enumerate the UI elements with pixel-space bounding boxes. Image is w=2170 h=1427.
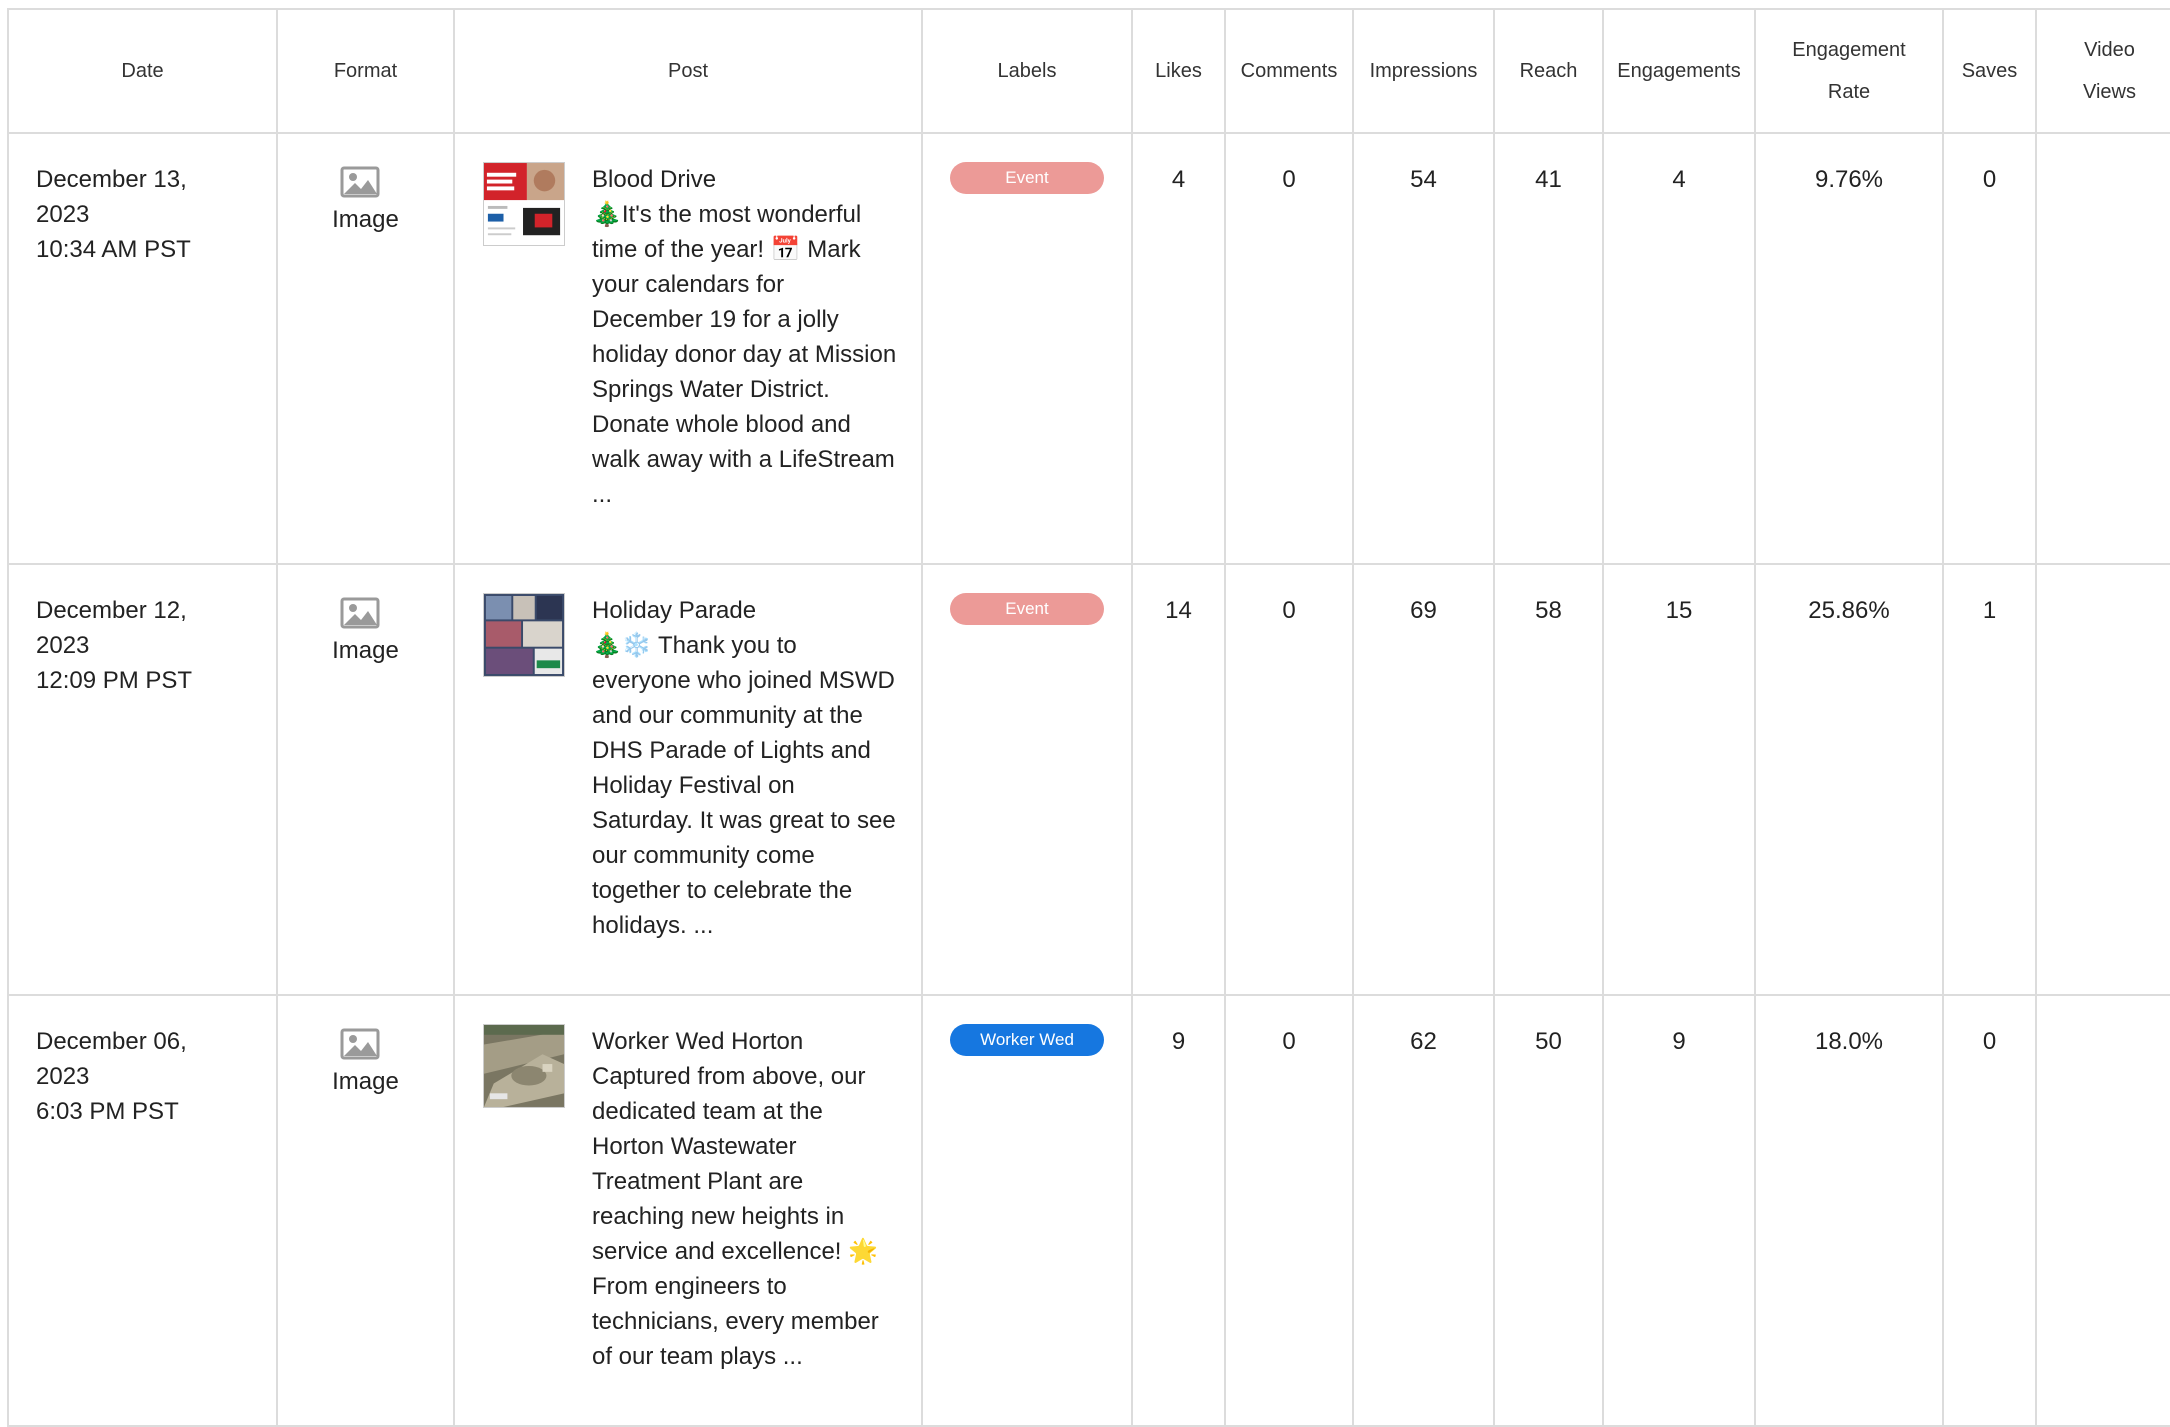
column-header-impressions[interactable]: Impressions: [1352, 8, 1495, 134]
labels-cell: Event: [921, 132, 1133, 565]
post-cell: Blood Drive 🎄It's the most wonderful tim…: [453, 132, 923, 565]
saves-value: 1: [1942, 563, 2037, 996]
impressions-value: 69: [1352, 563, 1495, 996]
column-header-date[interactable]: Date: [7, 8, 278, 134]
date-cell: December 06, 2023 6:03 PM PST: [7, 994, 278, 1427]
saves-value: 0: [1942, 994, 2037, 1427]
post-thumbnail[interactable]: [483, 1024, 565, 1108]
post-title[interactable]: Worker Wed Horton: [592, 1024, 901, 1059]
post-cell: Worker Wed Horton Captured from above, o…: [453, 994, 923, 1427]
table-row[interactable]: December 12, 2023 12:09 PM PST Image Hol…: [7, 563, 2170, 996]
table-row[interactable]: December 13, 2023 10:34 AM PST Image Blo…: [7, 132, 2170, 565]
post-date: December 12,: [36, 597, 187, 624]
likes-value: 9: [1131, 994, 1226, 1427]
reach-value: 50: [1493, 994, 1604, 1427]
reach-value: 41: [1493, 132, 1604, 565]
column-header-engagements[interactable]: Engagements: [1602, 8, 1756, 134]
column-header-likes[interactable]: Likes: [1131, 8, 1226, 134]
labels-cell: Event: [921, 563, 1133, 996]
video-views-value: [2035, 994, 2170, 1427]
post-time: 6:03 PM PST: [36, 1098, 179, 1125]
column-header-video-views[interactable]: Video Views: [2035, 8, 2170, 134]
engagements-value: 4: [1602, 132, 1756, 565]
engagement-rate-value: 18.0%: [1754, 994, 1944, 1427]
post-cell: Holiday Parade 🎄❄️ Thank you to everyone…: [453, 563, 923, 996]
post-year: 2023: [36, 632, 90, 659]
post-title[interactable]: Blood Drive: [592, 162, 901, 197]
column-header-format[interactable]: Format: [276, 8, 455, 134]
comments-value: 0: [1224, 132, 1354, 565]
header-row: Date Format Post Labels Likes Comments I…: [7, 8, 2170, 134]
comments-value: 0: [1224, 994, 1354, 1427]
reach-value: 58: [1493, 563, 1604, 996]
engagement-rate-value: 9.76%: [1754, 132, 1944, 565]
image-icon: [340, 166, 379, 198]
post-time: 12:09 PM PST: [36, 667, 193, 694]
format-cell: Image: [276, 994, 455, 1427]
post-performance-table: Date Format Post Labels Likes Comments I…: [7, 8, 2170, 1427]
column-header-labels[interactable]: Labels: [921, 8, 1133, 134]
engagement-rate-header-line2: Rate: [1827, 81, 1871, 103]
saves-value: 0: [1942, 132, 2037, 565]
likes-value: 14: [1131, 563, 1226, 996]
post-year: 2023: [36, 201, 90, 228]
engagement-rate-value: 25.86%: [1754, 563, 1944, 996]
label-badge-worker-wed[interactable]: Worker Wed: [950, 1024, 1104, 1056]
label-badge-event[interactable]: Event: [950, 593, 1104, 625]
comments-value: 0: [1224, 563, 1354, 996]
labels-cell: Worker Wed: [921, 994, 1133, 1427]
column-header-post[interactable]: Post: [453, 8, 923, 134]
column-header-reach[interactable]: Reach: [1493, 8, 1604, 134]
post-year: 2023: [36, 1063, 90, 1090]
post-thumbnail[interactable]: [483, 162, 565, 246]
format-label: Image: [332, 206, 399, 233]
post-body: Captured from above, our dedicated team …: [592, 1063, 879, 1370]
post-date: December 06,: [36, 1028, 187, 1055]
engagements-value: 15: [1602, 563, 1756, 996]
column-header-saves[interactable]: Saves: [1942, 8, 2037, 134]
post-time: 10:34 AM PST: [36, 236, 191, 263]
engagements-value: 9: [1602, 994, 1756, 1427]
post-body: 🎄❄️ Thank you to everyone who joined MSW…: [592, 632, 896, 939]
engagement-rate-header-line1: Engagement: [1792, 39, 1906, 61]
impressions-value: 54: [1352, 132, 1495, 565]
format-label: Image: [332, 1068, 399, 1095]
column-header-comments[interactable]: Comments: [1224, 8, 1354, 134]
impressions-value: 62: [1352, 994, 1495, 1427]
format-cell: Image: [276, 132, 455, 565]
video-views-header-line2: Views: [2083, 81, 2136, 103]
post-body: 🎄It's the most wonderful time of the yea…: [592, 201, 897, 508]
format-label: Image: [332, 637, 399, 664]
column-header-engagement-rate[interactable]: Engagement Rate: [1754, 8, 1944, 134]
image-icon: [340, 597, 379, 629]
date-cell: December 12, 2023 12:09 PM PST: [7, 563, 278, 996]
video-views-header-line1: Video: [2084, 39, 2135, 61]
date-cell: December 13, 2023 10:34 AM PST: [7, 132, 278, 565]
image-icon: [340, 1028, 379, 1060]
format-cell: Image: [276, 563, 455, 996]
post-date: December 13,: [36, 166, 187, 193]
likes-value: 4: [1131, 132, 1226, 565]
video-views-value: [2035, 132, 2170, 565]
label-badge-event[interactable]: Event: [950, 162, 1104, 194]
post-title[interactable]: Holiday Parade: [592, 593, 901, 628]
table-row[interactable]: December 06, 2023 6:03 PM PST Image Work…: [7, 994, 2170, 1427]
post-thumbnail[interactable]: [483, 593, 565, 677]
video-views-value: [2035, 563, 2170, 996]
